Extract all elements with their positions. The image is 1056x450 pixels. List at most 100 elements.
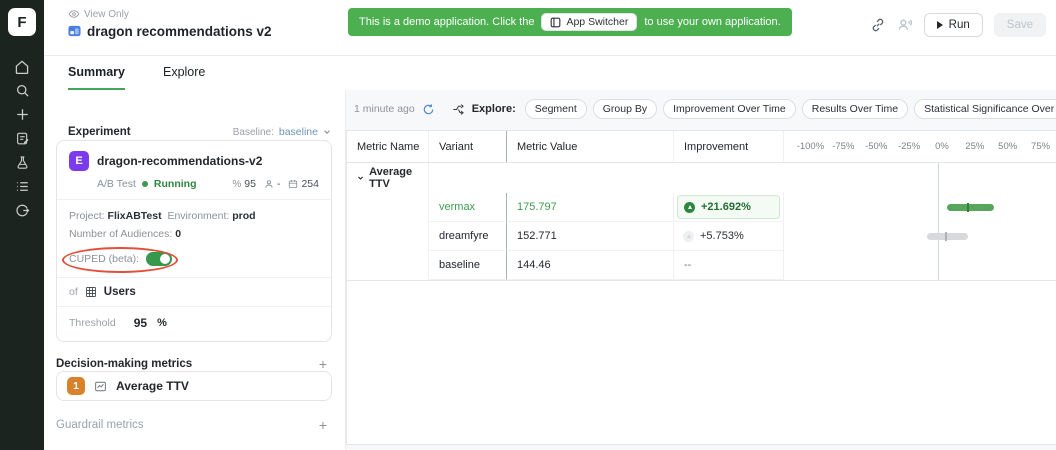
point-estimate-tick <box>945 232 947 241</box>
chevron-down-icon <box>357 174 364 182</box>
metric-chart-icon <box>94 380 107 393</box>
axis-tick-label: -75% <box>827 141 860 152</box>
grid-icon <box>85 286 97 298</box>
metric-group-row[interactable]: Average TTV <box>347 163 429 193</box>
metric-index-badge: 1 <box>67 377 85 395</box>
run-button[interactable]: Run <box>924 13 983 37</box>
metric-value-cell: 144.46 <box>507 251 674 280</box>
explore-pill-button[interactable]: Results Over Time <box>802 99 908 119</box>
play-icon <box>937 21 943 29</box>
axis-tick-label: 0% <box>926 141 959 152</box>
cuped-toggle[interactable] <box>146 252 172 266</box>
confidence-interval-bar[interactable] <box>947 204 993 211</box>
variant-cell[interactable]: vermax <box>429 193 507 222</box>
results-table-body: Average TTV vermax175.797+21.692% dreamfy… <box>347 163 1056 281</box>
users-stat: - <box>264 178 281 190</box>
improvement-chart-area <box>784 163 1056 280</box>
notes-icon[interactable] <box>10 130 34 147</box>
axis-tick-label: -25% <box>893 141 926 152</box>
top-header: View Only dragon recommendations v2 This… <box>44 0 1056 56</box>
list-icon[interactable] <box>10 178 34 195</box>
app-logo[interactable]: F <box>8 8 36 36</box>
confidence-interval-bar[interactable] <box>927 233 968 240</box>
project-environment-line: Project: FlixABTest Environment: prod <box>69 208 319 224</box>
page-title: dragon recommendations v2 <box>87 24 272 39</box>
baseline-dropdown[interactable]: Baseline: baseline <box>233 126 331 138</box>
demo-banner: This is a demo application. Click the Ap… <box>348 8 792 36</box>
person-icon <box>264 179 274 189</box>
status-badge: Running <box>154 178 197 190</box>
users-icon <box>897 17 913 33</box>
chevron-down-icon <box>323 128 331 136</box>
axis-tick-label: 75% <box>1024 141 1056 152</box>
calendar-icon <box>288 179 298 189</box>
create-icon[interactable] <box>10 106 34 123</box>
variant-cell[interactable]: baseline <box>429 251 507 280</box>
threshold-label: Threshold <box>69 317 116 329</box>
variant-cell[interactable]: dreamfyre <box>429 222 507 251</box>
explore-label: Explore: <box>472 103 516 115</box>
improvement-arrow-icon <box>683 231 694 242</box>
results-table: Metric Name Variant Metric Value Improve… <box>346 130 1056 445</box>
app-switcher-button[interactable]: App Switcher <box>541 13 637 31</box>
status-dot-icon <box>142 181 148 187</box>
exit-icon[interactable] <box>10 202 34 219</box>
search-icon[interactable] <box>10 82 34 99</box>
explore-pill-button[interactable]: Statistical Significance Over Time <box>914 99 1056 119</box>
col-metric-value[interactable]: Metric Value <box>507 131 674 162</box>
improvement-cell: +21.692% <box>674 193 784 222</box>
point-estimate-tick <box>967 203 969 212</box>
threshold-value[interactable]: 95 <box>134 316 147 330</box>
results-panel: 1 minute ago Explore: Segment Group By Imp… <box>345 90 1056 450</box>
traffic-percent-stat: % 95 <box>232 178 256 190</box>
metric-name: Average TTV <box>116 379 189 393</box>
col-metric-name[interactable]: Metric Name <box>347 131 429 162</box>
experiment-flag-icon <box>68 25 81 38</box>
refresh-icon[interactable] <box>422 103 435 116</box>
of-label: of <box>69 286 78 298</box>
percent-icon: % <box>232 179 241 190</box>
experiments-icon[interactable] <box>10 154 34 171</box>
explore-buttons: Segment Group By Improvement Over Time Resu… <box>525 99 1056 119</box>
link-icon <box>870 17 886 33</box>
col-improvement[interactable]: Improvement <box>674 131 784 162</box>
experiment-heading: Experiment <box>68 126 131 138</box>
experiment-badge: E <box>69 151 89 171</box>
explore-pill-button[interactable]: Improvement Over Time <box>663 99 796 119</box>
explore-pill-button[interactable]: Group By <box>593 99 657 119</box>
copy-link-button[interactable] <box>870 17 886 33</box>
unit-id[interactable]: Users <box>104 286 136 298</box>
improvement-arrow-icon <box>684 202 695 213</box>
axis-ticks: -100%-75%-50%-25%0%25%50%75% <box>784 131 1056 162</box>
explore-icon <box>452 103 465 116</box>
experiment-name[interactable]: dragon-recommendations-v2 <box>97 154 262 168</box>
home-icon[interactable] <box>10 58 34 75</box>
decision-metric-item[interactable]: 1 Average TTV <box>56 371 332 401</box>
decision-metrics-heading: Decision-making metrics <box>56 358 192 370</box>
col-variant[interactable]: Variant <box>429 131 507 162</box>
zero-percent-line <box>938 163 939 280</box>
metric-value-cell: 175.797 <box>507 193 674 222</box>
days-stat: 254 <box>288 178 319 190</box>
metric-value-cell: 152.771 <box>507 222 674 251</box>
results-table-header: Metric Name Variant Metric Value Improve… <box>347 131 1056 163</box>
save-button[interactable]: Save <box>994 13 1046 37</box>
axis-tick-label: 25% <box>958 141 991 152</box>
tab-summary[interactable]: Summary <box>68 65 125 90</box>
audiences-line: Number of Audiences: 0 <box>69 226 319 242</box>
tab-bar: Summary Explore <box>68 65 205 90</box>
axis-tick-label: 50% <box>991 141 1024 152</box>
add-guardrail-metric-button[interactable]: + <box>315 416 331 434</box>
view-only-badge: View Only <box>68 8 129 20</box>
guardrail-metrics-heading: Guardrail metrics <box>56 419 144 431</box>
tab-explore[interactable]: Explore <box>163 65 205 90</box>
axis-tick-label: -100% <box>794 141 827 152</box>
app-switcher-icon <box>550 17 561 28</box>
eye-icon <box>68 8 80 20</box>
last-updated: 1 minute ago <box>354 103 415 115</box>
app-sidebar: F <box>0 0 44 450</box>
experiment-card: E dragon-recommendations-v2 A/B Test Run… <box>56 140 332 342</box>
share-users-button[interactable] <box>897 17 913 33</box>
explore-pill-button[interactable]: Segment <box>525 99 587 119</box>
experiment-type: A/B Test <box>97 178 136 190</box>
